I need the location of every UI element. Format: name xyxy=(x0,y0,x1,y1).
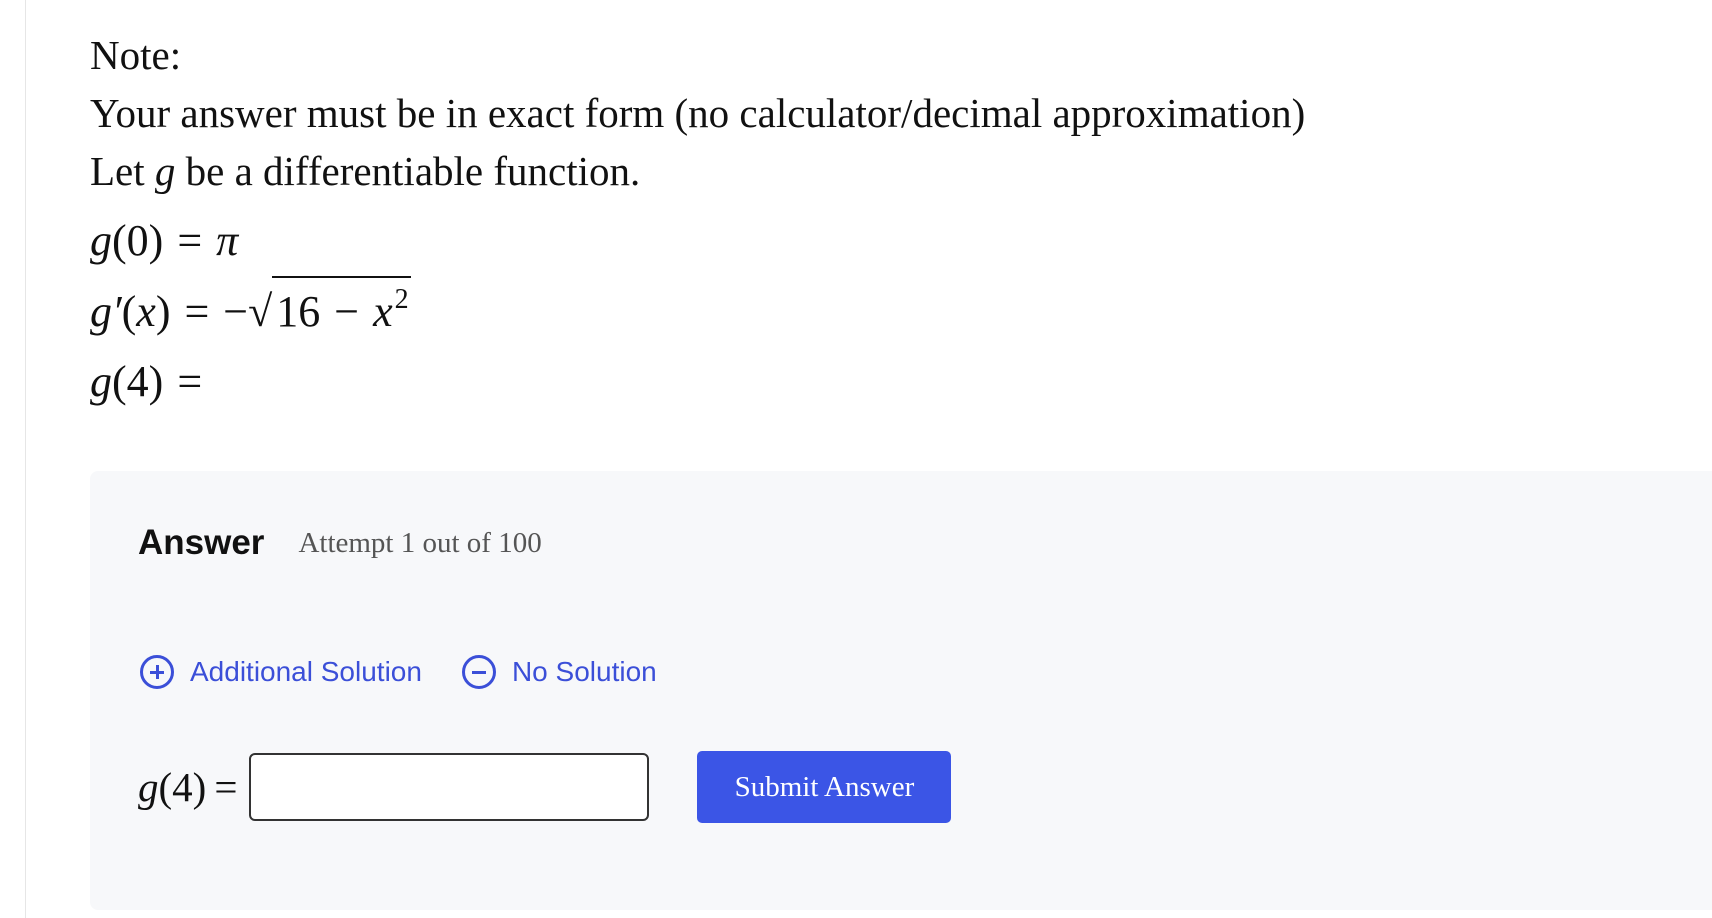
note-text: Your answer must be in exact form (no ca… xyxy=(90,90,1306,136)
radicand-exponent: 2 xyxy=(394,284,409,315)
answer-label-equals: = xyxy=(214,764,238,810)
answer-label: g(4) = xyxy=(138,763,245,811)
intro-line: Let g be a differentiable function. xyxy=(90,142,1650,200)
intro-variable: g xyxy=(154,148,176,194)
eq1-argument: (0) xyxy=(112,216,164,265)
attempt-counter: Attempt 1 out of 100 xyxy=(298,526,542,559)
answer-title: Answer xyxy=(138,523,265,562)
eq2-arg-var: x xyxy=(136,287,156,336)
eq2-negative: − xyxy=(223,287,249,336)
submit-answer-button[interactable]: Submit Answer xyxy=(697,751,952,823)
note-label: Note: xyxy=(90,32,182,78)
eq3-argument: (4) xyxy=(112,357,164,406)
eq3-function: g xyxy=(90,357,112,406)
eq1-equals: = xyxy=(177,216,203,265)
intro-prefix: Let xyxy=(90,148,145,194)
radicand: 16− x2 xyxy=(272,276,411,336)
plus-circle-icon xyxy=(140,655,174,689)
eq1-function: g xyxy=(90,216,112,265)
answer-row: g(4) = Submit Answer xyxy=(138,751,952,823)
no-solution-button[interactable]: No Solution xyxy=(461,655,657,689)
question-text: Note: Your answer must be in exact form … xyxy=(90,26,1650,417)
answer-panel: Answer Attempt 1 out of 100 Additional S… xyxy=(90,471,1712,910)
equation-g-prime: g′(x) = −√16− x2 xyxy=(90,276,1650,347)
eq2-arg-open: ( xyxy=(121,287,137,336)
radicand-variable: x xyxy=(373,287,393,336)
answer-label-function: g xyxy=(138,764,159,810)
eq3-equals: = xyxy=(177,357,203,406)
left-border xyxy=(25,0,26,918)
eq2-function: g′ xyxy=(90,287,122,336)
equation-g-of-4: g(4) = xyxy=(90,347,1650,417)
radicand-minus: − xyxy=(334,287,360,336)
eq1-rhs: π xyxy=(216,216,239,265)
answer-header: Answer Attempt 1 out of 100 xyxy=(138,523,542,563)
radicand-number: 16 xyxy=(276,287,321,336)
additional-solution-button[interactable]: Additional Solution xyxy=(140,655,422,689)
square-root: √16− x2 xyxy=(248,276,411,347)
additional-solution-label: Additional Solution xyxy=(190,656,422,687)
answer-label-argument: (4) xyxy=(158,764,207,810)
radical-sign: √ xyxy=(248,287,273,336)
no-solution-label: No Solution xyxy=(511,656,657,687)
intro-suffix: be a differentiable function. xyxy=(185,148,641,194)
answer-input[interactable] xyxy=(249,753,650,821)
equation-g-of-0: g(0) = π xyxy=(90,206,1650,276)
eq2-arg-close: ) xyxy=(155,287,171,336)
minus-circle-icon xyxy=(461,655,496,689)
eq2-equals: = xyxy=(184,287,210,336)
solution-options: Additional Solution No Solution xyxy=(140,655,693,694)
